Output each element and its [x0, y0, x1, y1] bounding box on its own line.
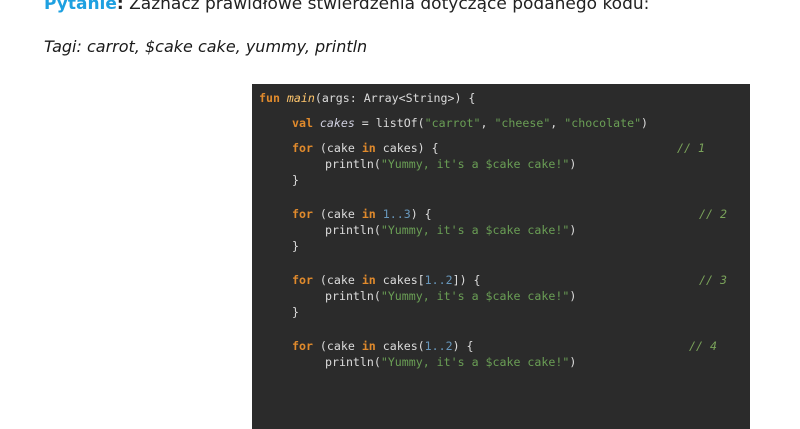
code-line-println-2: println("Yummy, it's a $cake cake!") — [259, 222, 750, 238]
keyword-in: in — [361, 141, 376, 155]
println-call: println( — [325, 157, 381, 171]
range-literal: 1..2 — [424, 339, 453, 353]
code-text: cakes( — [375, 339, 425, 353]
println-call: println( — [325, 223, 381, 237]
println-end: ) — [569, 289, 577, 303]
string-cheese: "cheese" — [494, 116, 551, 130]
question-body: Zaznacz prawidłowe stwierdzenia dotycząc… — [123, 0, 650, 14]
code-text: cakes[ — [375, 273, 425, 287]
range-literal: 1..2 — [424, 273, 453, 287]
question-colon: : — [116, 0, 124, 14]
keyword-in: in — [361, 273, 376, 287]
code-line-val-cakes: val cakes = listOf("carrot", "cheese", "… — [259, 115, 750, 131]
code-line-close-2: } — [292, 239, 299, 253]
println-string: "Yummy, it's a $cake cake!" — [380, 289, 570, 303]
keyword-in: in — [361, 207, 376, 221]
variable-cakes: cakes — [319, 116, 355, 130]
code-text: ) { — [452, 339, 474, 353]
keyword-for: for — [292, 273, 313, 287]
code-text: (cake — [312, 273, 362, 287]
code-text: ]) { — [452, 273, 481, 287]
comment-1: // 1 — [677, 141, 705, 155]
function-signature: (args: Array<String>) { — [314, 91, 476, 105]
keyword-for: for — [292, 207, 313, 221]
code-block: fun main(args: Array<String>) { val cake… — [252, 84, 750, 429]
code-text: (cake — [312, 207, 362, 221]
println-string: "Yummy, it's a $cake cake!" — [380, 157, 570, 171]
code-line-println-3: println("Yummy, it's a $cake cake!") — [259, 288, 750, 304]
string-chocolate: "chocolate" — [564, 116, 642, 130]
println-call: println( — [325, 289, 381, 303]
code-line-println-1: println("Yummy, it's a $cake cake!") — [259, 156, 750, 172]
question-text: Pytanie: Zaznacz prawidłowe stwierdzenia… — [44, 0, 649, 14]
code-line-for-1: for (cake in cakes) { // 1 — [259, 140, 750, 156]
comment-4: // 4 — [689, 339, 717, 353]
code-text: (cake — [312, 339, 362, 353]
println-end: ) — [569, 157, 577, 171]
code-assign: = listOf( — [354, 116, 425, 130]
code-comma: , — [550, 116, 565, 130]
keyword-fun: fun — [259, 91, 287, 105]
keyword-for: for — [292, 141, 313, 155]
string-carrot: "carrot" — [424, 116, 481, 130]
code-line-println-4: println("Yummy, it's a $cake cake!") — [259, 354, 750, 370]
code-line-for-4: for (cake in cakes(1..2) { // 4 — [259, 338, 750, 354]
comment-2: // 2 — [699, 207, 727, 221]
code-paren-close: ) — [641, 116, 649, 130]
code-line-close-1: } — [292, 173, 299, 187]
comment-3: // 3 — [699, 273, 727, 287]
println-string: "Yummy, it's a $cake cake!" — [380, 355, 570, 369]
keyword-in: in — [361, 339, 376, 353]
question-label: Pytanie — [44, 0, 117, 14]
function-name: main — [286, 91, 315, 105]
code-line-close-3: } — [292, 305, 299, 319]
code-text: (cake — [312, 141, 362, 155]
code-text: cakes) { — [375, 141, 439, 155]
keyword-val: val — [292, 116, 320, 130]
println-call: println( — [325, 355, 381, 369]
code-line-for-2: for (cake in 1..3) { // 2 — [259, 206, 750, 222]
code-text: ) { — [410, 207, 432, 221]
keyword-for: for — [292, 339, 313, 353]
code-comma: , — [480, 116, 495, 130]
code-line-for-3: for (cake in cakes[1..2]) { // 3 — [259, 272, 750, 288]
println-string: "Yummy, it's a $cake cake!" — [380, 223, 570, 237]
println-end: ) — [569, 223, 577, 237]
code-line-fun-main: fun main(args: Array<String>) { — [259, 90, 750, 106]
tags-line: Tagi: carrot, $cake cake, yummy, println — [44, 37, 368, 56]
println-end: ) — [569, 355, 577, 369]
range-literal: 1..3 — [375, 207, 411, 221]
